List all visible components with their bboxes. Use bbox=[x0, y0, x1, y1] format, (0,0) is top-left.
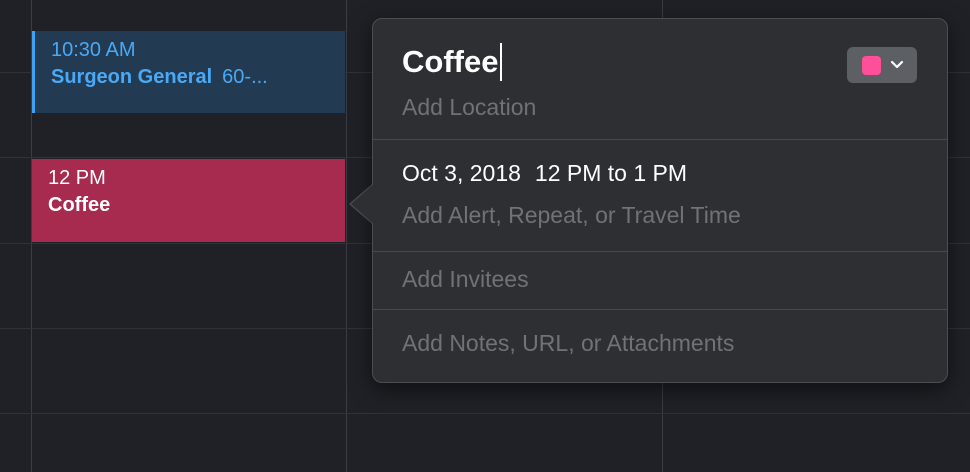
text-cursor bbox=[500, 43, 503, 81]
chevron-down-icon bbox=[890, 60, 904, 69]
divider bbox=[373, 139, 947, 140]
event-title: Coffee bbox=[48, 194, 111, 216]
notes-url-attachments-field[interactable]: Add Notes, URL, or Attachments bbox=[402, 330, 734, 357]
calendar-color-swatch bbox=[862, 55, 881, 75]
popover-pointer-fill bbox=[351, 184, 374, 224]
event-time: 10:30 AM bbox=[51, 39, 136, 61]
hour-divider bbox=[0, 413, 970, 414]
event-date-time[interactable]: Oct 3, 2018 12 PM to 1 PM bbox=[402, 160, 687, 187]
invitees-field[interactable]: Add Invitees bbox=[402, 266, 529, 293]
day-divider bbox=[346, 0, 347, 472]
event-title-value: Coffee bbox=[402, 44, 499, 79]
event-title-row: Coffee bbox=[48, 191, 345, 219]
event-surgeon-general[interactable]: 10:30 AM Surgeon General 60-... bbox=[32, 31, 345, 113]
event-coffee[interactable]: 12 PM Coffee bbox=[32, 159, 345, 242]
divider bbox=[373, 251, 947, 252]
event-title-field[interactable]: Coffee bbox=[402, 43, 503, 81]
event-detail-popover: Coffee Add Location Oct 3, 2018 12 PM to … bbox=[372, 18, 948, 383]
location-field[interactable]: Add Location bbox=[402, 94, 536, 121]
event-duration: 60-... bbox=[222, 66, 268, 88]
event-time-range: 12 PM to 1 PM bbox=[534, 160, 688, 186]
event-time: 12 PM bbox=[48, 167, 106, 189]
alert-repeat-travel-field[interactable]: Add Alert, Repeat, or Travel Time bbox=[402, 202, 741, 229]
event-title-row: Surgeon General 60-... bbox=[51, 63, 345, 91]
calendar-color-picker[interactable] bbox=[847, 47, 917, 83]
event-title: Surgeon General bbox=[51, 66, 213, 88]
divider bbox=[373, 309, 947, 310]
event-date: Oct 3, 2018 bbox=[402, 160, 521, 186]
